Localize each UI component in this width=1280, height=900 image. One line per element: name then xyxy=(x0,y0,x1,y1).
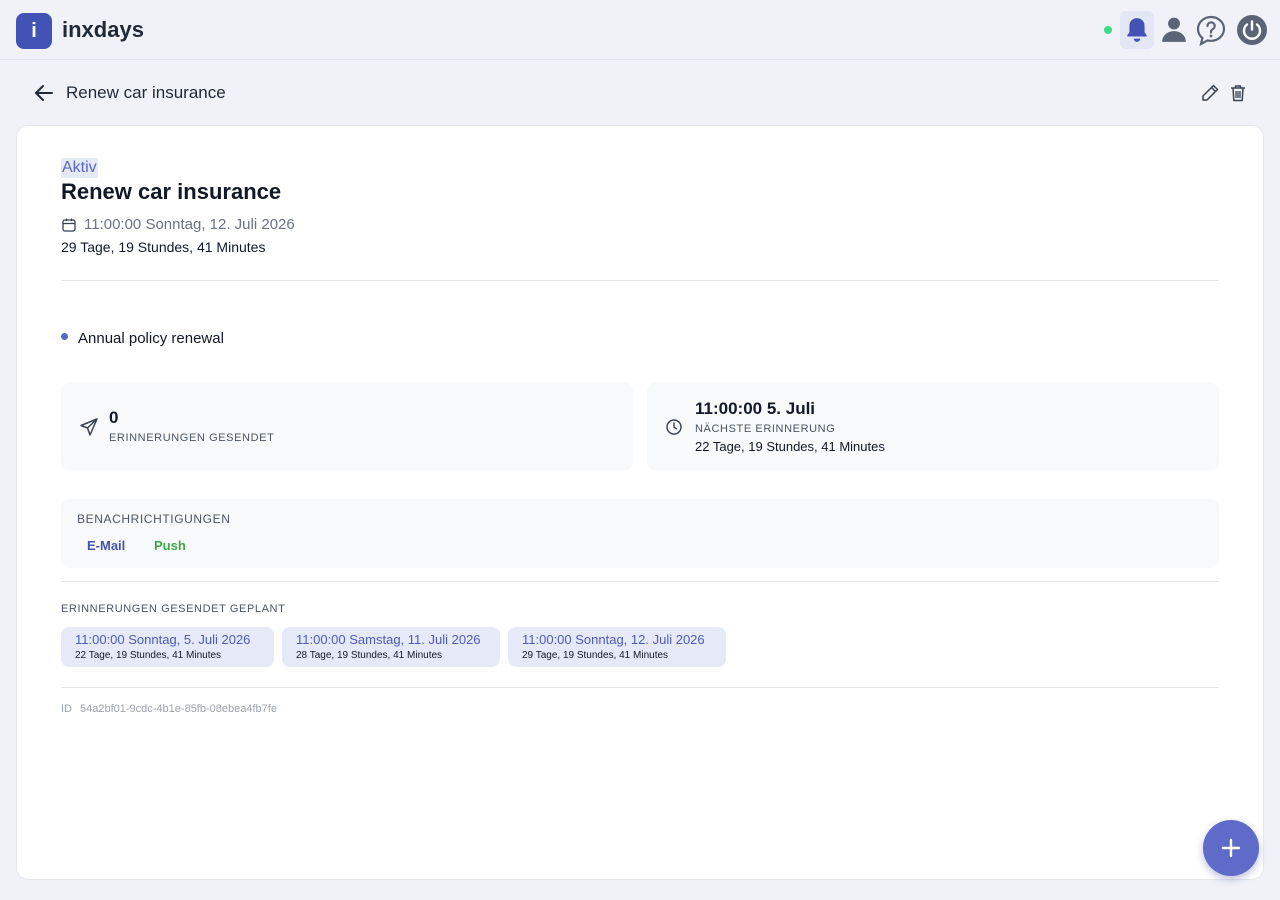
divider xyxy=(61,280,1219,281)
sent-count: 0 xyxy=(109,408,119,427)
task-note: Annual policy renewal xyxy=(78,330,224,347)
arrow-left-icon[interactable] xyxy=(32,82,56,104)
chip-date: 11:00:00 Sonntag, 5. Juli 2026 xyxy=(75,632,251,647)
status-badge: Aktiv xyxy=(61,158,98,178)
logout-button[interactable] xyxy=(1235,11,1269,49)
next-reminder-time: 11:00:00 5. Juli xyxy=(695,399,816,418)
due-countdown: 29 Tage, 19 Stundes, 41 Minutes xyxy=(61,239,266,255)
sent-reminders-stat: 0 ERINNERUNGEN GESENDET xyxy=(61,383,633,470)
next-reminder-label: NÄCHSTE ERINNERUNG xyxy=(695,423,836,435)
chip-countdown: 22 Tage, 19 Stundes, 41 Minutes xyxy=(75,650,222,661)
online-status-dot xyxy=(1104,26,1112,34)
plus-icon xyxy=(1221,838,1241,858)
add-button[interactable] xyxy=(1203,820,1259,876)
divider xyxy=(61,687,1219,688)
task-title: Renew car insurance xyxy=(61,179,282,204)
id-label: ID xyxy=(61,703,72,715)
notifications-panel: BENACHRICHTIGUNGEN E-Mail Push xyxy=(61,499,1219,568)
app-logo[interactable]: i xyxy=(16,13,52,49)
channel-push: Push xyxy=(154,538,186,553)
clock-icon xyxy=(666,419,682,435)
bullet-dot xyxy=(61,333,68,340)
scheduled-reminder-chip: 11:00:00 Sonntag, 5. Juli 2026 22 Tage, … xyxy=(61,627,274,667)
due-datetime: 11:00:00 Sonntag, 12. Juli 2026 xyxy=(84,216,295,233)
next-reminder-stat: 11:00:00 5. Juli NÄCHSTE ERINNERUNG 22 T… xyxy=(647,383,1219,470)
power-icon xyxy=(1237,15,1267,45)
bell-icon xyxy=(1127,18,1147,42)
chip-countdown: 29 Tage, 19 Stundes, 41 Minutes xyxy=(522,650,669,661)
scheduled-reminder-chip: 11:00:00 Samstag, 11. Juli 2026 28 Tage,… xyxy=(282,627,500,667)
sent-label: ERINNERUNGEN GESENDET xyxy=(109,432,275,444)
app-name: inxdays xyxy=(62,17,144,42)
trash-icon[interactable] xyxy=(1228,83,1248,103)
top-bar: i inxdays xyxy=(0,0,1280,60)
notifications-button[interactable] xyxy=(1120,11,1154,49)
user-icon xyxy=(1162,17,1186,42)
divider xyxy=(61,581,1219,582)
help-button[interactable] xyxy=(1194,11,1228,49)
edit-icon[interactable] xyxy=(1200,83,1220,103)
page-title: Renew car insurance xyxy=(66,83,226,102)
chip-countdown: 28 Tage, 19 Stundes, 41 Minutes xyxy=(296,650,443,661)
next-reminder-countdown: 22 Tage, 19 Stundes, 41 Minutes xyxy=(695,439,885,454)
calendar-icon xyxy=(62,218,76,232)
channel-email: E-Mail xyxy=(87,538,126,553)
scheduled-reminder-chip: 11:00:00 Sonntag, 12. Juli 2026 29 Tage,… xyxy=(508,627,726,667)
chip-date: 11:00:00 Sonntag, 12. Juli 2026 xyxy=(522,632,705,647)
help-icon xyxy=(1196,15,1226,46)
id-value: 54a2bf01-9cdc-4b1e-85fb-08ebea4fb7fe xyxy=(80,703,277,715)
chip-date: 11:00:00 Samstag, 11. Juli 2026 xyxy=(296,632,481,647)
scheduled-title: ERINNERUNGEN GESENDET GEPLANT xyxy=(61,603,286,615)
profile-button[interactable] xyxy=(1157,11,1191,49)
send-icon xyxy=(80,418,98,436)
notifications-title: BENACHRICHTIGUNGEN xyxy=(77,512,231,526)
